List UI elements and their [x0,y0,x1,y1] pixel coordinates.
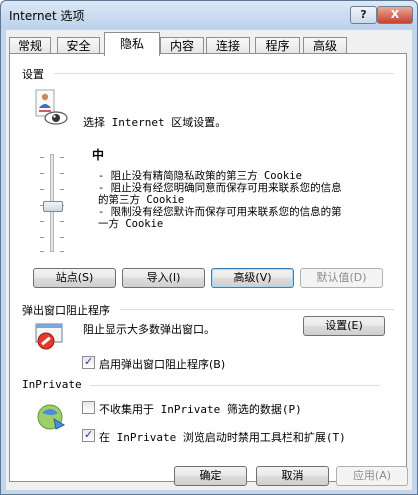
slider-tick [60,251,64,252]
apply-button[interactable]: 应用(A) [336,466,408,486]
popup-description: 阻止显示大多数弹出窗口。 [83,323,215,336]
popup-heading: 弹出窗口阻止程序 [22,304,110,317]
popup-separator [120,309,394,310]
slider-tick [60,157,64,158]
slider-tick [60,237,64,238]
help-button[interactable]: ? [350,6,377,24]
slider-tick [60,189,64,190]
popup-blocker-icon [35,323,63,350]
slider-tick [60,221,64,222]
inprivate-no-collect-checkbox[interactable] [82,401,95,414]
advanced-button[interactable]: 高级(V) [211,268,294,288]
internet-options-window: Internet 选项 ? X 常规 安全 隐私 内容 连接 程序 高级 设置 [0,0,418,495]
import-button[interactable]: 导入(I) [122,268,205,288]
slider-tick [40,173,44,174]
inprivate-heading: InPrivate [22,378,82,391]
window-title: Internet 选项 [9,9,85,23]
default-button[interactable]: 默认值(D) [300,268,383,288]
slider-tick [40,221,44,222]
slider-tick [40,237,44,238]
sites-button[interactable]: 站点(S) [33,268,116,288]
inprivate-separator [90,385,380,386]
slider-tick [40,157,44,158]
settings-separator [54,73,394,74]
inprivate-icon [37,404,66,430]
privacy-person-eye-icon [35,89,68,125]
inprivate-disable-toolbars-checkbox[interactable] [82,428,95,442]
ok-button[interactable]: 确定 [174,466,247,486]
cancel-button[interactable]: 取消 [256,466,329,486]
slider-tick [40,189,44,190]
slider-tick [60,173,64,174]
settings-intro: 选择 Internet 区域设置。 [83,116,227,129]
description-line: 一方 Cookie [98,218,164,230]
slider-tick [40,251,44,252]
privacy-level-label: 中 [92,148,105,162]
dialog-body: 常规 安全 隐私 内容 连接 程序 高级 设置 选择 Internet 区域设置… [6,30,412,490]
privacy-panel: 设置 选择 Internet 区域设置。 中 - 阻止没有精简隐私政策的第三方 … [9,53,407,482]
title-bar[interactable]: Internet 选项 ? X [1,1,417,29]
popup-settings-button[interactable]: 设置(E) [303,316,385,336]
popup-enable-checkbox[interactable] [82,355,95,369]
privacy-slider-thumb[interactable] [43,201,63,212]
popup-enable-label[interactable]: 启用弹出窗口阻止程序(B) [99,356,225,372]
inprivate-disable-toolbars-label[interactable]: 在 InPrivate 浏览启动时禁用工具栏和扩展(T) [99,429,346,445]
close-button[interactable]: X [377,6,413,24]
tab-privacy[interactable]: 隐私 [104,32,160,56]
inprivate-no-collect-label[interactable]: 不收集用于 InPrivate 筛选的数据(P) [99,401,302,417]
settings-heading: 设置 [22,68,44,81]
